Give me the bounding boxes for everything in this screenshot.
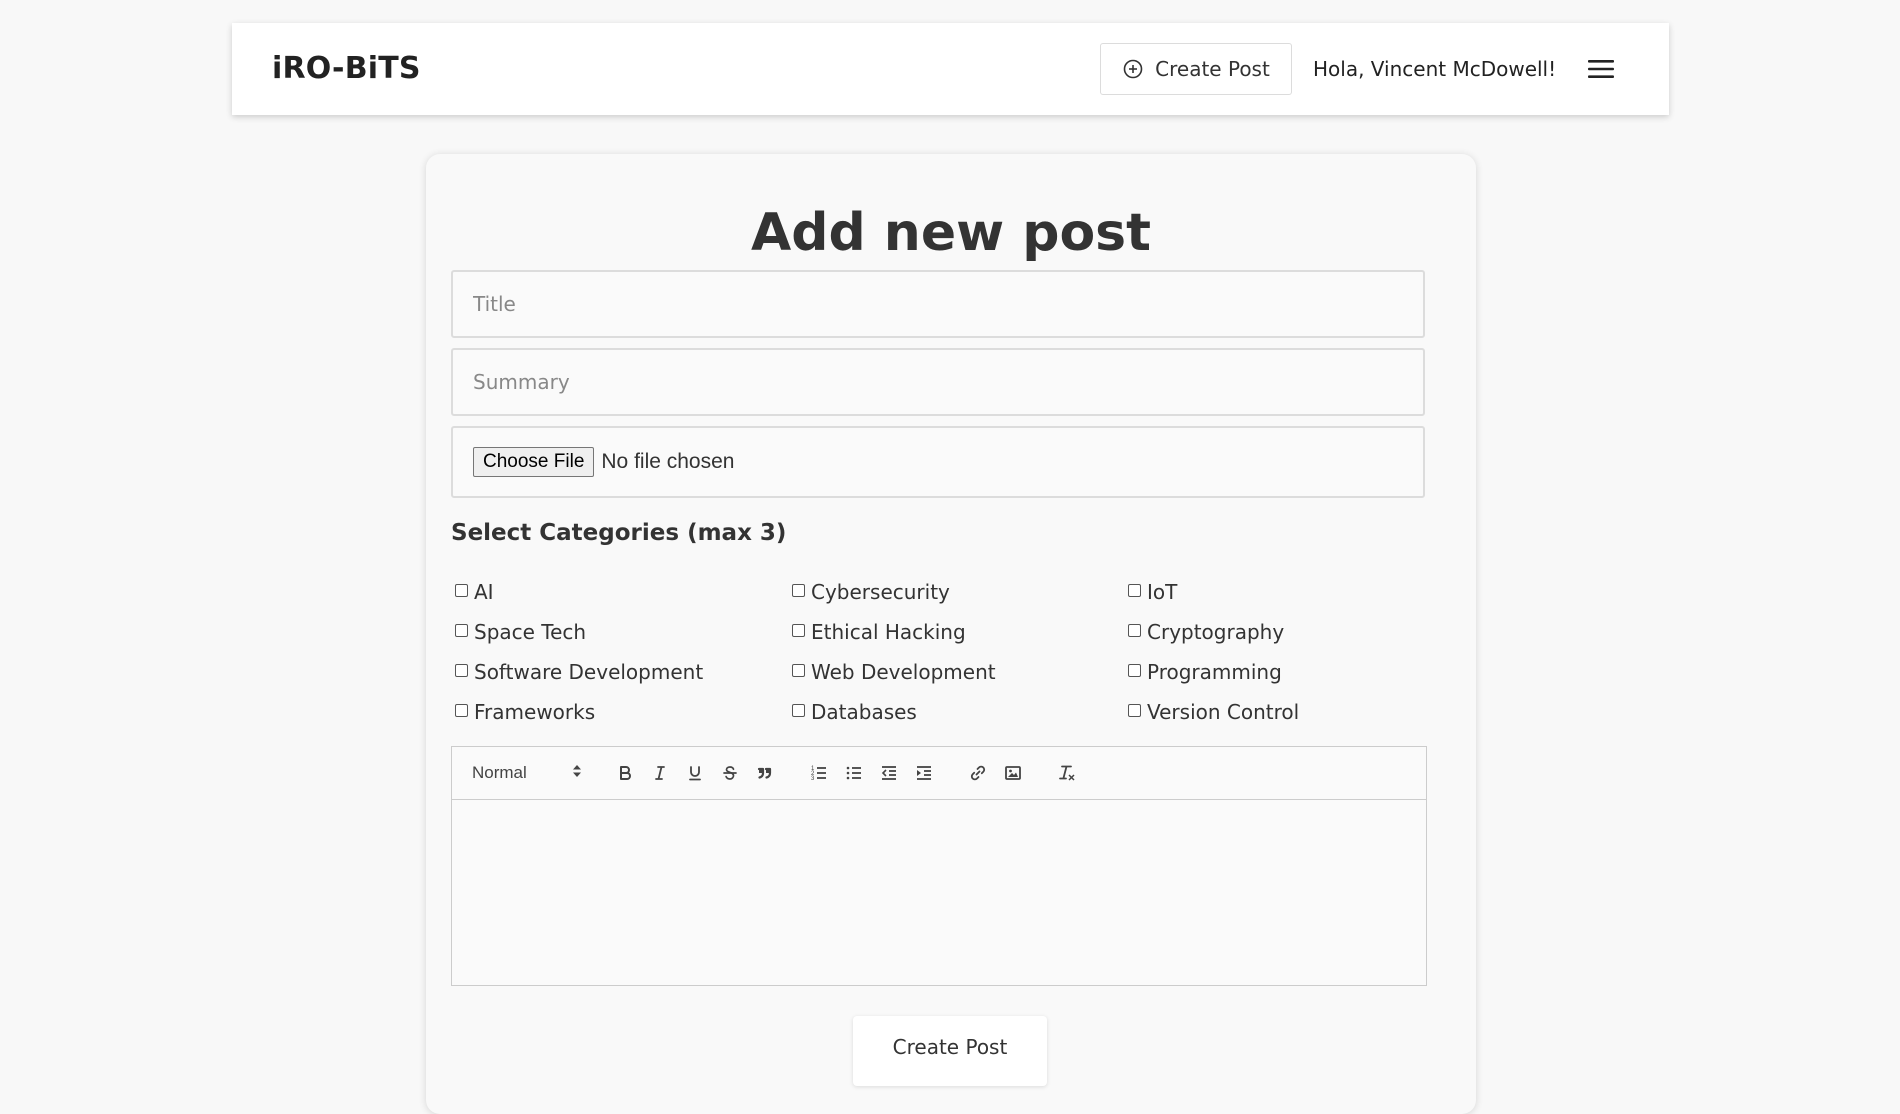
user-greeting: Hola, Vincent McDowell! bbox=[1313, 57, 1557, 81]
checkbox[interactable] bbox=[1128, 623, 1141, 637]
italic-icon[interactable] bbox=[646, 759, 674, 787]
category-label: Programming bbox=[1147, 660, 1282, 684]
indent-icon[interactable] bbox=[910, 759, 938, 787]
site-logo[interactable]: iRO-BiTS bbox=[272, 23, 421, 115]
category-frameworks[interactable]: Frameworks bbox=[455, 692, 792, 732]
checkbox[interactable] bbox=[455, 583, 468, 597]
checkbox[interactable] bbox=[1128, 583, 1141, 597]
underline-icon[interactable] bbox=[681, 759, 709, 787]
category-label: Cybersecurity bbox=[811, 580, 950, 604]
file-status-text: No file chosen bbox=[601, 450, 735, 473]
choose-file-button[interactable]: Choose File bbox=[473, 447, 595, 477]
category-label: Ethical Hacking bbox=[811, 620, 966, 644]
checkbox[interactable] bbox=[1128, 703, 1141, 717]
checkbox[interactable] bbox=[792, 663, 805, 677]
category-web-development[interactable]: Web Development bbox=[792, 652, 1128, 692]
select-arrows-icon bbox=[572, 763, 582, 783]
page-title: Add new post bbox=[751, 203, 1151, 263]
ordered-list-icon[interactable]: 123 bbox=[805, 759, 833, 787]
hamburger-menu-icon[interactable] bbox=[1586, 54, 1616, 84]
blockquote-icon[interactable] bbox=[751, 759, 779, 787]
category-programming[interactable]: Programming bbox=[1128, 652, 1465, 692]
summary-input[interactable] bbox=[451, 348, 1425, 416]
image-icon[interactable] bbox=[999, 759, 1027, 787]
category-label: AI bbox=[474, 580, 494, 604]
checkbox[interactable] bbox=[455, 703, 468, 717]
category-label: Databases bbox=[811, 700, 917, 724]
category-label: Web Development bbox=[811, 660, 996, 684]
new-post-card: Add new post Choose File No file chosen … bbox=[426, 154, 1476, 1114]
bullet-list-icon[interactable] bbox=[840, 759, 868, 787]
category-version-control[interactable]: Version Control bbox=[1128, 692, 1465, 732]
category-label: Software Development bbox=[474, 660, 704, 684]
category-cryptography[interactable]: Cryptography bbox=[1128, 612, 1465, 652]
category-iot[interactable]: IoT bbox=[1128, 572, 1465, 612]
editor-content-area[interactable] bbox=[452, 800, 1426, 985]
editor-toolbar: Normal 1 2 3 bbox=[452, 747, 1426, 800]
heading-format-select[interactable]: Normal bbox=[472, 760, 582, 786]
create-post-submit-button[interactable]: Create Post bbox=[853, 1016, 1047, 1086]
create-post-nav-button[interactable]: Create Post bbox=[1100, 43, 1292, 95]
top-navbar: iRO-BiTS Create Post Hola, Vincent McDow… bbox=[232, 23, 1669, 115]
link-icon[interactable] bbox=[964, 759, 992, 787]
checkbox[interactable] bbox=[792, 703, 805, 717]
category-software-development[interactable]: Software Development bbox=[455, 652, 792, 692]
category-label: Space Tech bbox=[474, 620, 587, 644]
checkbox[interactable] bbox=[455, 623, 468, 637]
checkbox[interactable] bbox=[455, 663, 468, 677]
create-post-nav-label: Create Post bbox=[1155, 57, 1270, 81]
plus-circle-icon bbox=[1122, 58, 1144, 80]
category-ethical-hacking[interactable]: Ethical Hacking bbox=[792, 612, 1128, 652]
outdent-icon[interactable] bbox=[875, 759, 903, 787]
category-label: Cryptography bbox=[1147, 620, 1285, 644]
category-label: Version Control bbox=[1147, 700, 1300, 724]
category-label: IoT bbox=[1147, 580, 1178, 604]
bold-icon[interactable] bbox=[611, 759, 639, 787]
category-cybersecurity[interactable]: Cybersecurity bbox=[792, 572, 1128, 612]
title-input[interactable] bbox=[451, 270, 1425, 338]
clear-format-icon[interactable] bbox=[1053, 759, 1081, 787]
checkbox[interactable] bbox=[792, 583, 805, 597]
category-databases[interactable]: Databases bbox=[792, 692, 1128, 732]
heading-format-value: Normal bbox=[472, 763, 527, 782]
category-label: Frameworks bbox=[474, 700, 596, 724]
category-ai[interactable]: AI bbox=[455, 572, 792, 612]
categories-grid: AI Cybersecurity IoT Space Tech Ethical … bbox=[455, 572, 1465, 732]
file-upload-field: Choose File No file chosen bbox=[451, 426, 1425, 498]
categories-heading: Select Categories (max 3) bbox=[451, 520, 787, 546]
rich-text-editor: Normal 1 2 3 bbox=[451, 746, 1427, 986]
strikethrough-icon[interactable] bbox=[716, 759, 744, 787]
checkbox[interactable] bbox=[792, 623, 805, 637]
category-space-tech[interactable]: Space Tech bbox=[455, 612, 792, 652]
checkbox[interactable] bbox=[1128, 663, 1141, 677]
svg-text:3: 3 bbox=[811, 776, 815, 782]
